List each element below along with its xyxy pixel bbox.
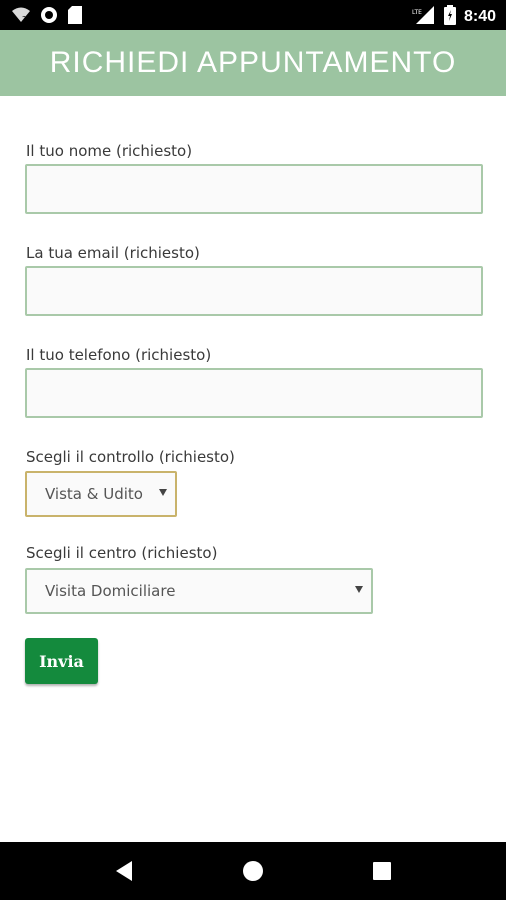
status-bar: ? LTE 8:40 xyxy=(0,0,506,30)
dropdown-arrow-icon xyxy=(355,586,363,593)
app-header: RICHIEDI APPUNTAMENTO xyxy=(0,30,506,96)
home-icon[interactable] xyxy=(233,851,273,891)
dropdown-arrow-icon xyxy=(159,489,167,496)
phone-input[interactable] xyxy=(25,368,483,418)
name-label: Il tuo nome (richiesto) xyxy=(26,142,193,160)
control-select[interactable]: Vista & Udito xyxy=(25,471,177,517)
battery-icon xyxy=(443,5,456,29)
email-input[interactable] xyxy=(25,266,483,316)
lte-signal-icon: LTE xyxy=(412,6,436,28)
navigation-bar xyxy=(0,842,506,900)
page-title: RICHIEDI APPUNTAMENTO xyxy=(49,46,457,79)
control-selected-value: Vista & Udito xyxy=(45,485,143,503)
email-label: La tua email (richiesto) xyxy=(26,244,200,262)
status-time: 8:40 xyxy=(463,8,496,25)
back-icon[interactable] xyxy=(104,851,144,891)
sync-icon xyxy=(40,6,58,28)
phone-label: Il tuo telefono (richiesto) xyxy=(26,346,212,364)
center-select[interactable]: Visita Domiciliare xyxy=(25,568,373,614)
control-label: Scegli il controllo (richiesto) xyxy=(26,448,235,466)
submit-button[interactable]: Invia xyxy=(25,638,98,684)
svg-text:?: ? xyxy=(22,15,26,23)
recents-icon[interactable] xyxy=(362,851,402,891)
sd-card-icon xyxy=(68,6,82,28)
center-selected-value: Visita Domiciliare xyxy=(45,582,176,600)
wifi-icon: ? xyxy=(12,7,30,27)
center-label: Scegli il centro (richiesto) xyxy=(26,544,218,562)
svg-text:LTE: LTE xyxy=(412,9,422,16)
name-input[interactable] xyxy=(25,164,483,214)
